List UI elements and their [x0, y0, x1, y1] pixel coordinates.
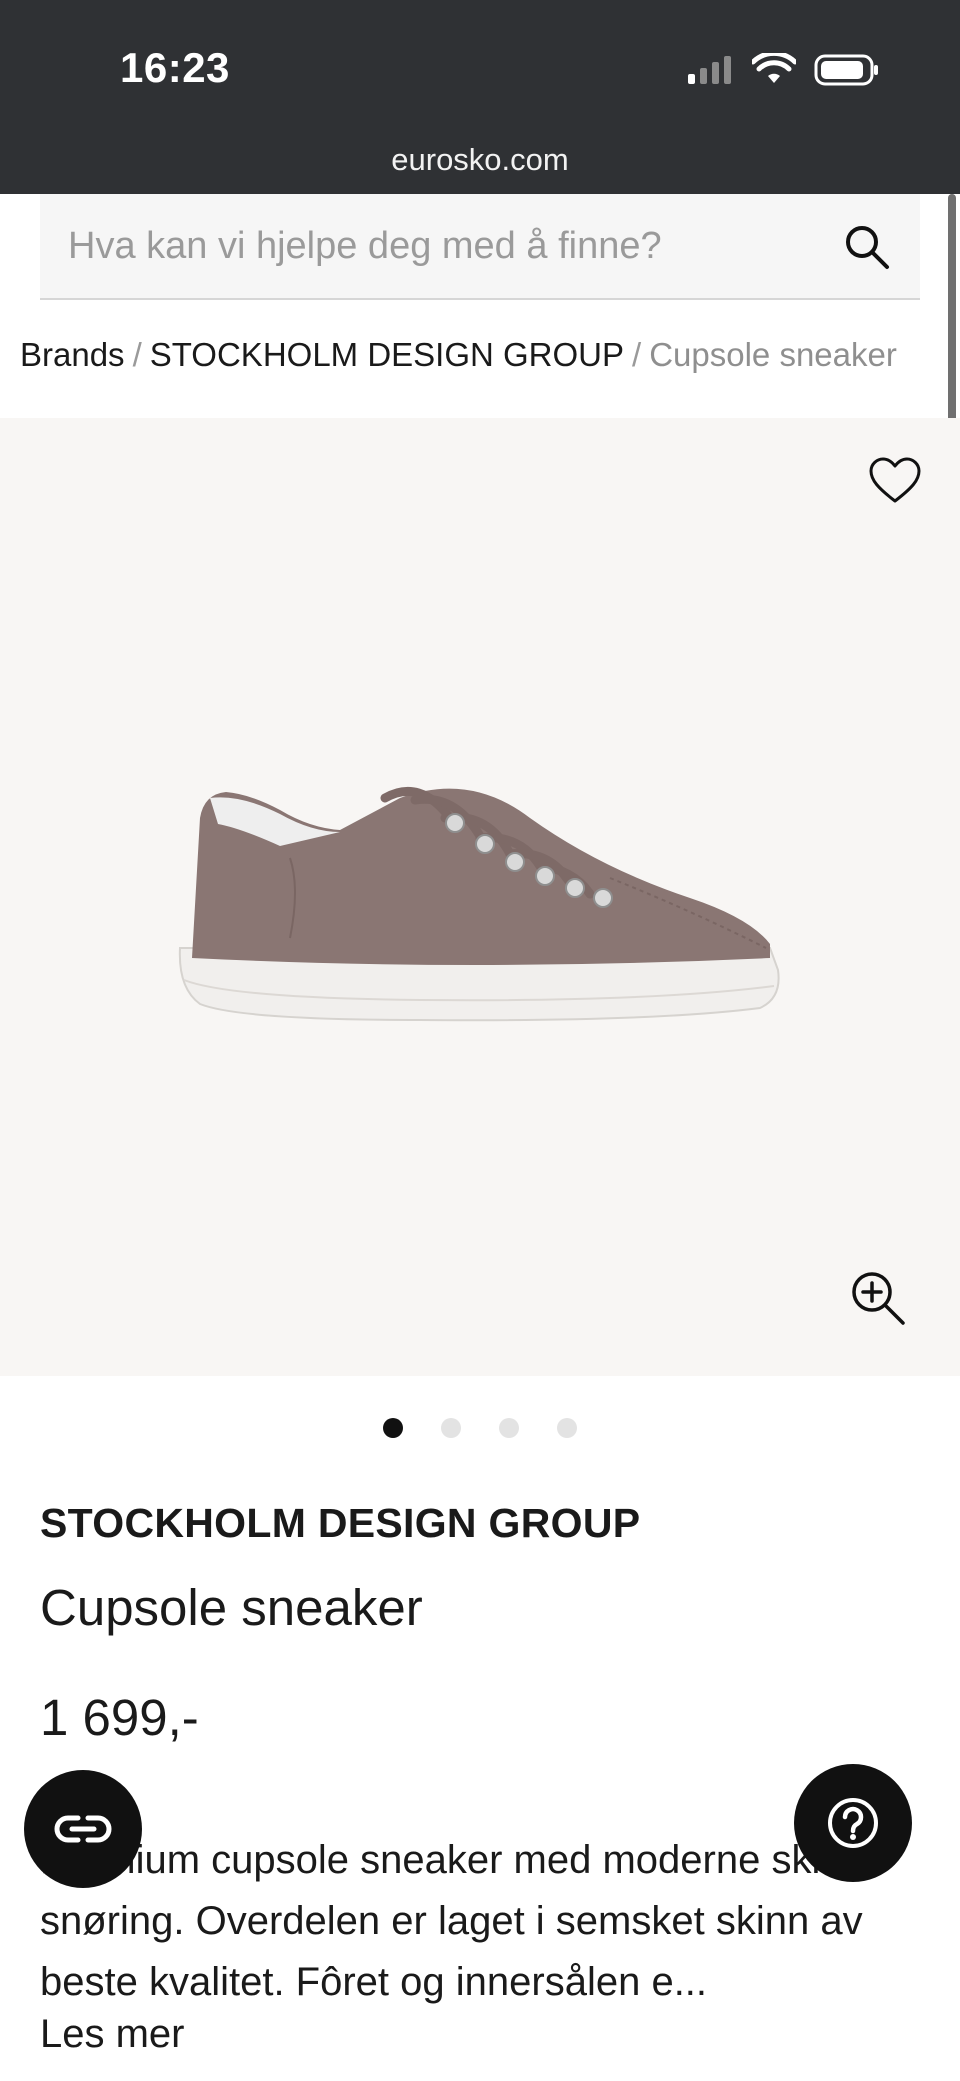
product-brand[interactable]: STOCKHOLM DESIGN GROUP [40, 1500, 640, 1547]
wifi-icon [752, 53, 796, 83]
zoom-button[interactable] [848, 1268, 908, 1328]
status-time: 16:23 [120, 44, 230, 91]
system-icons [686, 50, 880, 90]
help-question-icon [828, 1798, 878, 1848]
heart-icon [869, 457, 921, 503]
product-description: Premium cupsole sneaker med moderne skis… [40, 1838, 896, 2004]
favorite-button[interactable] [868, 456, 922, 506]
address-bar-url[interactable]: eurosko.com [0, 142, 960, 178]
product-image-shoe [178, 786, 780, 1022]
chat-button[interactable] [24, 1770, 142, 1888]
signal-icon [688, 56, 731, 84]
carousel-dot-1[interactable] [383, 1418, 403, 1438]
product-page: 16:23 eurosko.com Hva kan vi hjelpe deg … [0, 0, 960, 2081]
product-gallery[interactable] [0, 418, 960, 1376]
carousel-dot-2[interactable] [441, 1418, 461, 1438]
carousel-dot-3[interactable] [499, 1418, 519, 1438]
search-input[interactable] [68, 194, 828, 298]
chat-link-icon [54, 1815, 112, 1843]
search-button[interactable] [842, 222, 892, 272]
carousel-dot-4[interactable] [557, 1418, 577, 1438]
status-bar: 16:23 eurosko.com [0, 0, 960, 194]
battery-icon [814, 54, 878, 86]
breadcrumb-brands[interactable]: Brands [20, 336, 125, 373]
breadcrumb-separator: / [132, 336, 142, 373]
search-bar [40, 194, 920, 300]
product-title: Cupsole sneaker [40, 1579, 423, 1636]
carousel-dots [0, 1418, 960, 1438]
help-button[interactable] [794, 1764, 912, 1882]
breadcrumb: Brands / STOCKHOLM DESIGN GROUP / Cupsole sn… [20, 336, 897, 374]
breadcrumb-current: Cupsole sneaker [649, 336, 897, 373]
zoom-in-icon [852, 1272, 905, 1325]
search-icon [846, 226, 889, 269]
breadcrumb-separator: / [632, 336, 642, 373]
product-price: 1 699,- [40, 1689, 199, 1746]
breadcrumb-brand[interactable]: STOCKHOLM DESIGN GROUP [150, 336, 624, 373]
read-more-link[interactable]: Les mer [40, 2012, 185, 2057]
